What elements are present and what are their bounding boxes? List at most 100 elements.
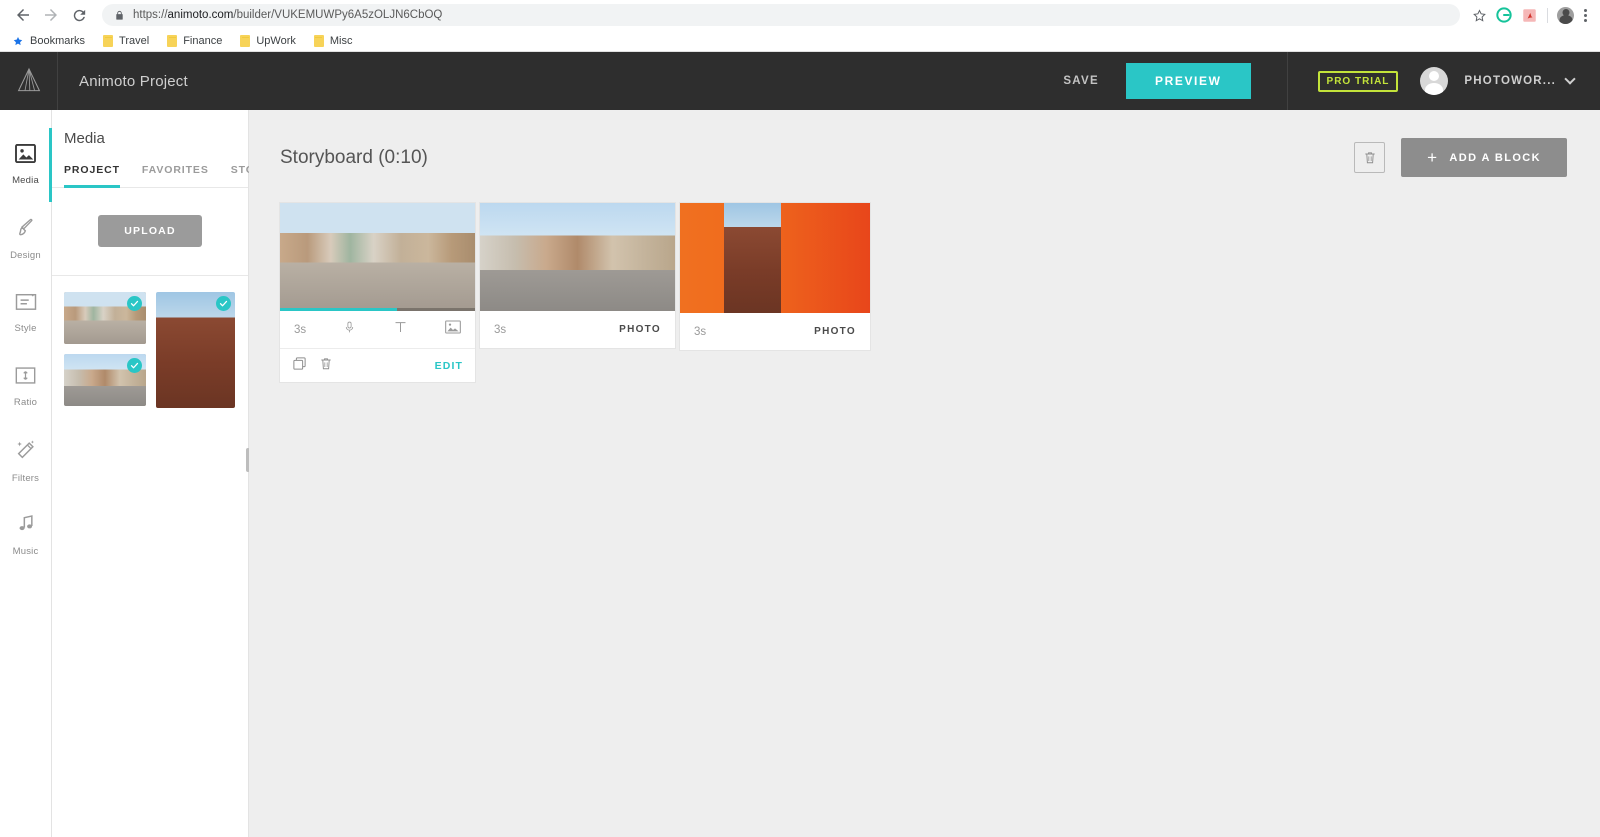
bookmark-item-finance[interactable]: Finance	[167, 34, 231, 47]
duplicate-icon[interactable]	[292, 356, 307, 376]
brush-icon	[15, 217, 36, 243]
card-actions: EDIT	[280, 348, 475, 382]
media-thumbnail-grid	[52, 276, 248, 408]
address-bar[interactable]: https://animoto.com/builder/VUKEMUWPy6A5…	[102, 4, 1460, 26]
thumbnail-column-left	[64, 292, 146, 408]
header-divider	[1286, 52, 1288, 110]
card-toolbar: 3s PHOTO	[480, 311, 675, 348]
url-text: https://animoto.com/builder/VUKEMUWPy6A5…	[133, 9, 443, 21]
save-button[interactable]: SAVE	[1063, 75, 1099, 87]
storyboard-area: Storyboard (0:10) + ADD A BLOCK 3s EDIT …	[249, 110, 1600, 837]
sidebar-item-style[interactable]: Style	[0, 276, 51, 350]
church-tower-thumbnail[interactable]	[156, 292, 235, 408]
sidebar-item-filters[interactable]: Filters	[0, 424, 51, 498]
pro-trial-badge[interactable]: PRO TRIAL	[1317, 70, 1399, 92]
back-arrow-icon[interactable]	[10, 2, 36, 28]
card-duration[interactable]: 3s	[694, 326, 706, 338]
bookmarks-bar: Bookmarks Travel Finance UpWork Misc	[0, 30, 1600, 52]
sidebar-item-music[interactable]: Music	[0, 498, 51, 572]
panel-title: Media	[64, 130, 105, 147]
card-thumbnail[interactable]	[480, 203, 675, 311]
voiceover-icon[interactable]	[343, 319, 356, 341]
check-icon[interactable]	[216, 296, 231, 311]
storyboard-cards: 3s EDIT 3s PHOTO 3s PHOTO	[249, 177, 1600, 382]
storyboard-card[interactable]: 3s PHOTO	[680, 203, 870, 350]
storyboard-card[interactable]: 3s EDIT	[280, 203, 475, 382]
reload-icon[interactable]	[66, 2, 92, 28]
upload-section: UPLOAD	[52, 188, 248, 276]
progress-fill	[280, 308, 397, 311]
folder-icon	[167, 34, 178, 47]
check-icon[interactable]	[127, 358, 142, 373]
browser-chrome: https://animoto.com/builder/VUKEMUWPy6A5…	[0, 0, 1600, 52]
storyboard-card[interactable]: 3s PHOTO	[480, 203, 675, 348]
left-rail: Media Design Style Ratio Filters Music	[0, 110, 52, 837]
folder-icon	[103, 34, 114, 47]
media-panel: Media PROJECT FAVORITES STOCK UPLOAD	[52, 110, 271, 837]
bookmark-label: Travel	[119, 34, 150, 47]
forward-arrow-icon[interactable]	[38, 2, 64, 28]
chrome-profile-avatar[interactable]	[1557, 6, 1574, 24]
card-type-label: PHOTO	[619, 324, 661, 335]
card-duration[interactable]: 3s	[494, 324, 506, 336]
storyboard-header: Storyboard (0:10) + ADD A BLOCK	[249, 110, 1600, 177]
tab-favorites[interactable]: FAVORITES	[142, 164, 209, 187]
card-duration[interactable]: 3s	[294, 324, 306, 336]
browser-nav-bar: https://animoto.com/builder/VUKEMUWPy6A5…	[0, 0, 1600, 30]
folder-icon	[240, 34, 251, 47]
sidebar-item-design[interactable]: Design	[0, 202, 51, 276]
text-icon[interactable]	[393, 319, 408, 340]
lock-icon	[114, 9, 125, 22]
card-toolbar: 3s	[280, 311, 475, 348]
user-menu-label[interactable]: PHOTOWOR...	[1464, 75, 1556, 87]
trash-icon[interactable]	[319, 356, 333, 376]
sidebar-item-ratio[interactable]: Ratio	[0, 350, 51, 424]
app-header: Animoto Project SAVE PREVIEW PRO TRIAL P…	[0, 52, 1600, 110]
media-tabs: PROJECT FAVORITES STOCK	[52, 147, 271, 188]
tab-project[interactable]: PROJECT	[64, 164, 120, 188]
sidebar-label: Music	[12, 546, 39, 557]
plus-icon: +	[1427, 148, 1439, 167]
bookmark-item-misc[interactable]: Misc	[313, 34, 362, 47]
animoto-logo-icon[interactable]	[0, 52, 58, 110]
adobe-pdf-extension-icon[interactable]	[1520, 6, 1538, 24]
bookmark-label: UpWork	[256, 34, 296, 47]
page-title: Storyboard (0:10)	[280, 146, 428, 168]
sidebar-label: Style	[14, 323, 37, 334]
preview-button[interactable]: PREVIEW	[1125, 63, 1251, 99]
sidebar-label: Media	[12, 175, 39, 186]
bookmark-item-travel[interactable]: Travel	[103, 34, 158, 47]
bookmark-item-bookmarks[interactable]: Bookmarks	[12, 35, 94, 47]
magic-wand-icon	[15, 439, 37, 466]
progress-track	[280, 308, 475, 311]
delete-block-button[interactable]	[1354, 142, 1386, 173]
card-thumbnail[interactable]	[280, 203, 475, 311]
music-note-icon	[16, 513, 36, 539]
star-icon[interactable]	[1470, 6, 1488, 24]
check-icon[interactable]	[127, 296, 142, 311]
sidebar-label: Design	[10, 250, 41, 261]
sidebar-item-media[interactable]: Media	[0, 128, 52, 202]
style-card-icon	[15, 292, 37, 316]
bookmark-label: Misc	[329, 34, 353, 47]
market-square-thumbnail[interactable]	[64, 354, 146, 406]
chevron-down-icon[interactable]	[1564, 73, 1576, 85]
bookmark-label: Bookmarks	[30, 34, 86, 47]
chrome-menu-icon[interactable]	[1581, 8, 1590, 22]
image-icon	[15, 143, 36, 168]
ratio-icon	[15, 366, 36, 390]
add-block-button[interactable]: + ADD A BLOCK	[1401, 138, 1567, 177]
street-scene-thumbnail[interactable]	[64, 292, 146, 344]
avatar[interactable]	[1420, 67, 1449, 95]
image-icon[interactable]	[445, 320, 461, 339]
toolbar-divider	[1547, 7, 1548, 23]
grammarly-extension-icon[interactable]	[1495, 6, 1513, 24]
card-toolbar: 3s PHOTO	[680, 313, 870, 350]
edit-link[interactable]: EDIT	[435, 360, 463, 372]
sidebar-label: Filters	[11, 472, 40, 484]
card-photo-strip	[723, 203, 781, 313]
bookmark-item-upwork[interactable]: UpWork	[240, 34, 305, 47]
card-thumbnail[interactable]	[680, 203, 870, 313]
add-block-label: ADD A BLOCK	[1449, 151, 1541, 164]
upload-button[interactable]: UPLOAD	[98, 215, 202, 247]
